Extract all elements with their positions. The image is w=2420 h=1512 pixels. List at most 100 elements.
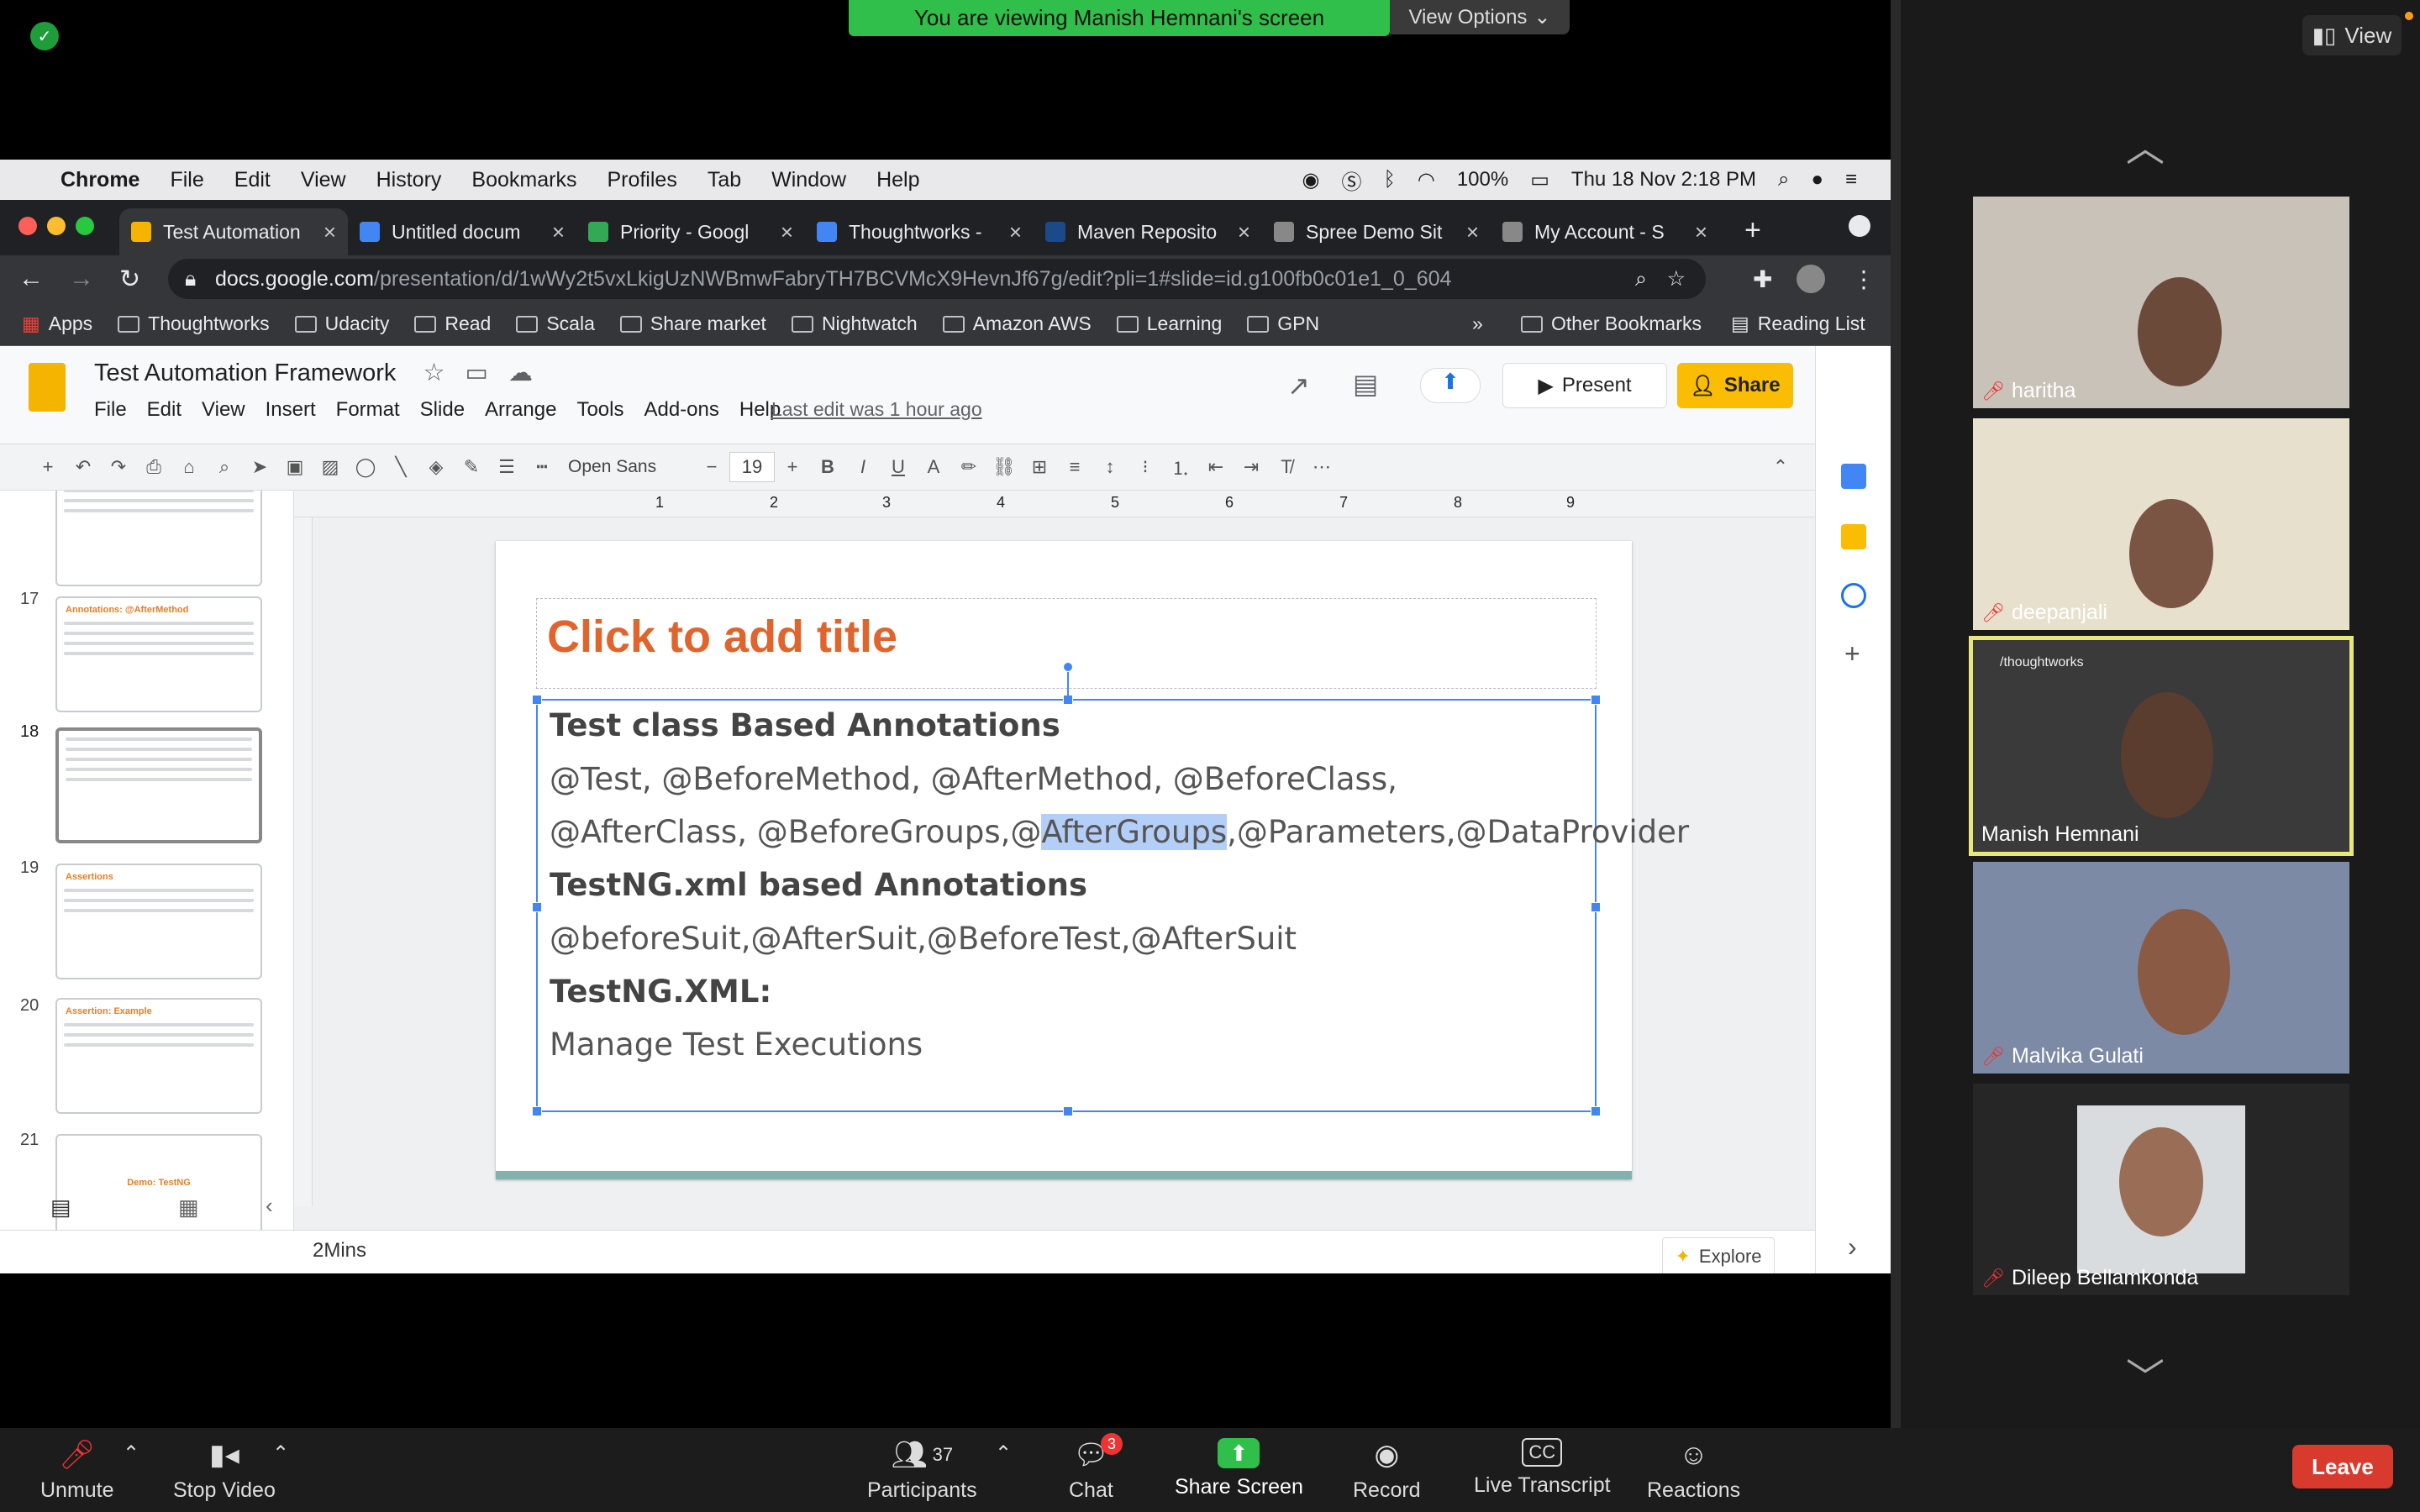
zoom-lens-icon[interactable]: ⌕ — [1635, 267, 1647, 291]
mac-menu-window[interactable]: Window — [771, 168, 846, 192]
menu-add-ons[interactable]: Add-ons — [644, 398, 718, 422]
grid-view-icon[interactable]: ▦ — [178, 1194, 199, 1221]
share-button[interactable]: 👤︎ Share — [1677, 363, 1793, 408]
stop-video-button[interactable]: ▮◂ Stop Video — [173, 1438, 276, 1503]
browser-tab[interactable]: Untitled docum × — [348, 208, 576, 255]
resize-handle[interactable] — [532, 695, 542, 705]
close-tab-icon[interactable]: × — [781, 219, 793, 245]
bookmark-udacity[interactable]: Udacity — [294, 312, 389, 335]
slide-thumbnail[interactable]: Assertions — [55, 864, 262, 979]
bookmark-apps[interactable]: ▦ Apps — [22, 312, 92, 335]
unmute-button[interactable]: 🎤︎ Unmute — [40, 1438, 114, 1503]
maximize-window-icon[interactable] — [76, 217, 94, 235]
bookmark-scala[interactable]: Scala — [516, 312, 595, 335]
minimize-window-icon[interactable] — [47, 217, 66, 235]
align-icon[interactable]: ≡ — [1057, 456, 1092, 478]
participants-caret-icon[interactable]: ⌃ — [995, 1441, 1012, 1466]
bookmark-star-icon[interactable]: ☆ — [1667, 266, 1686, 291]
fill-color-icon[interactable]: ◈ — [418, 456, 454, 478]
mac-menu-profiles[interactable]: Profiles — [607, 168, 676, 192]
resize-handle[interactable] — [1591, 1106, 1601, 1116]
chat-button[interactable]: 💬︎ 3 Chat — [1069, 1433, 1123, 1503]
text-box-icon[interactable]: ▣ — [277, 456, 313, 478]
mac-menu-tab[interactable]: Tab — [708, 168, 741, 192]
text-color-icon[interactable]: A — [916, 456, 951, 478]
meet-present-icon[interactable]: ⬆ — [1420, 368, 1481, 403]
resize-handle[interactable] — [532, 902, 542, 912]
back-icon[interactable]: ← — [18, 265, 44, 293]
browser-tab[interactable]: Thoughtworks - × — [805, 208, 1034, 255]
live-transcript-button[interactable]: CC Live Transcript — [1474, 1438, 1611, 1498]
speaker-notes-text[interactable]: 2Mins — [313, 1239, 366, 1263]
keep-icon[interactable] — [1841, 524, 1866, 549]
resize-handle[interactable] — [1063, 695, 1073, 705]
mac-menu-bookmarks[interactable]: Bookmarks — [471, 168, 576, 192]
menu-tools[interactable]: Tools — [576, 398, 623, 422]
resize-handle[interactable] — [532, 1106, 542, 1116]
move-folder-icon[interactable]: ▭ — [466, 360, 488, 386]
menu-view[interactable]: View — [202, 398, 245, 422]
mac-menu-help[interactable]: Help — [876, 168, 919, 192]
browser-tab[interactable]: Test Automation × — [119, 208, 348, 255]
italic-icon[interactable]: I — [845, 456, 881, 478]
mac-menu-view[interactable]: View — [301, 168, 346, 192]
participant-tile[interactable]: 🎤︎ Malvika Gulati — [1973, 862, 2349, 1074]
spotlight-search-icon[interactable]: ⌕ — [1778, 168, 1789, 192]
increase-font-icon[interactable]: + — [775, 456, 810, 478]
body-text-box[interactable]: Test class Based Annotations @Test, @Bef… — [532, 662, 1689, 1116]
explore-button[interactable]: ✦ Explore — [1662, 1237, 1775, 1273]
bookmarks-overflow[interactable]: » — [1472, 312, 1483, 335]
shape-icon[interactable]: ◯ — [348, 456, 383, 478]
bulleted-list-icon[interactable]: ⁝ — [1128, 456, 1163, 478]
decrease-indent-icon[interactable]: ⇤ — [1198, 456, 1234, 478]
font-size-input[interactable]: 19 — [729, 452, 775, 482]
font-family-select[interactable]: Open Sans — [568, 457, 694, 477]
paint-format-icon[interactable]: ⌂ — [171, 456, 207, 478]
gallery-next-icon[interactable]: ﹀ — [2126, 1347, 2165, 1403]
rotate-handle[interactable] — [1063, 662, 1073, 672]
bookmark-share-market[interactable]: Share market — [619, 312, 766, 335]
underline-icon[interactable]: U — [881, 456, 916, 478]
profile-avatar[interactable] — [1797, 265, 1825, 293]
extensions-icon[interactable]: ✚ — [1753, 265, 1772, 293]
bookmark-nightwatch[interactable]: Nightwatch — [791, 312, 918, 335]
link-icon[interactable]: ⛓ — [986, 456, 1022, 478]
mac-menu-history[interactable]: History — [376, 168, 442, 192]
reload-icon[interactable]: ↻ — [119, 265, 140, 294]
bookmark-gpn[interactable]: GPN — [1247, 312, 1319, 335]
browser-tab[interactable]: Maven Reposito × — [1034, 208, 1262, 255]
control-center-icon[interactable]: ≡ — [1845, 168, 1857, 192]
menu-file[interactable]: File — [94, 398, 127, 422]
close-tab-icon[interactable]: × — [552, 219, 565, 245]
bookmark-learning[interactable]: Learning — [1116, 312, 1222, 335]
battery-percent[interactable]: 100% — [1457, 168, 1508, 192]
participant-tile[interactable]: 🎤︎ haritha — [1973, 197, 2349, 408]
chrome-menu-icon[interactable]: ⋮ — [1852, 265, 1876, 293]
pane-divider[interactable] — [1891, 0, 1901, 1428]
border-dash-icon[interactable]: ┅ — [524, 456, 560, 478]
decrease-font-icon[interactable]: − — [694, 456, 729, 478]
select-cursor-icon[interactable]: ➤ — [242, 456, 277, 478]
record-button[interactable]: ◉ Record — [1353, 1438, 1421, 1503]
add-comment-icon[interactable]: ⊞ — [1022, 456, 1057, 478]
bookmark-read[interactable]: Read — [414, 312, 491, 335]
browser-tab[interactable]: Priority - Googl × — [576, 208, 805, 255]
menu-slide[interactable]: Slide — [420, 398, 465, 422]
status-icon[interactable]: ◉ — [1302, 168, 1320, 192]
close-tab-icon[interactable]: × — [1695, 219, 1707, 245]
close-tab-icon[interactable]: × — [1238, 219, 1250, 245]
participant-tile-active-speaker[interactable]: /thoughtworks Manish Hemnani — [1969, 636, 2354, 856]
bookmark-other-bookmarks[interactable]: Other Bookmarks — [1521, 312, 1702, 335]
close-tab-icon[interactable]: × — [1009, 219, 1022, 245]
cloud-status-icon[interactable]: ☁︎ — [508, 360, 533, 386]
collapse-toolbar-icon[interactable]: ⌃ — [1763, 456, 1798, 478]
participant-tile[interactable]: 🎤︎ Dileep Bellamkonda — [1973, 1084, 2349, 1295]
reading-list-button[interactable]: ▤ Reading List — [1731, 312, 1865, 335]
star-icon[interactable]: ☆ — [423, 360, 445, 386]
slide-thumbnail[interactable]: Demo: TestNG — [55, 1134, 262, 1230]
line-icon[interactable]: ╲ — [383, 456, 418, 478]
new-tab-icon[interactable]: + — [1744, 214, 1761, 247]
clear-formatting-icon[interactable]: T̸ — [1269, 456, 1304, 478]
video-options-caret-icon[interactable]: ⌃ — [272, 1441, 289, 1466]
border-weight-icon[interactable]: ☰ — [489, 456, 524, 478]
